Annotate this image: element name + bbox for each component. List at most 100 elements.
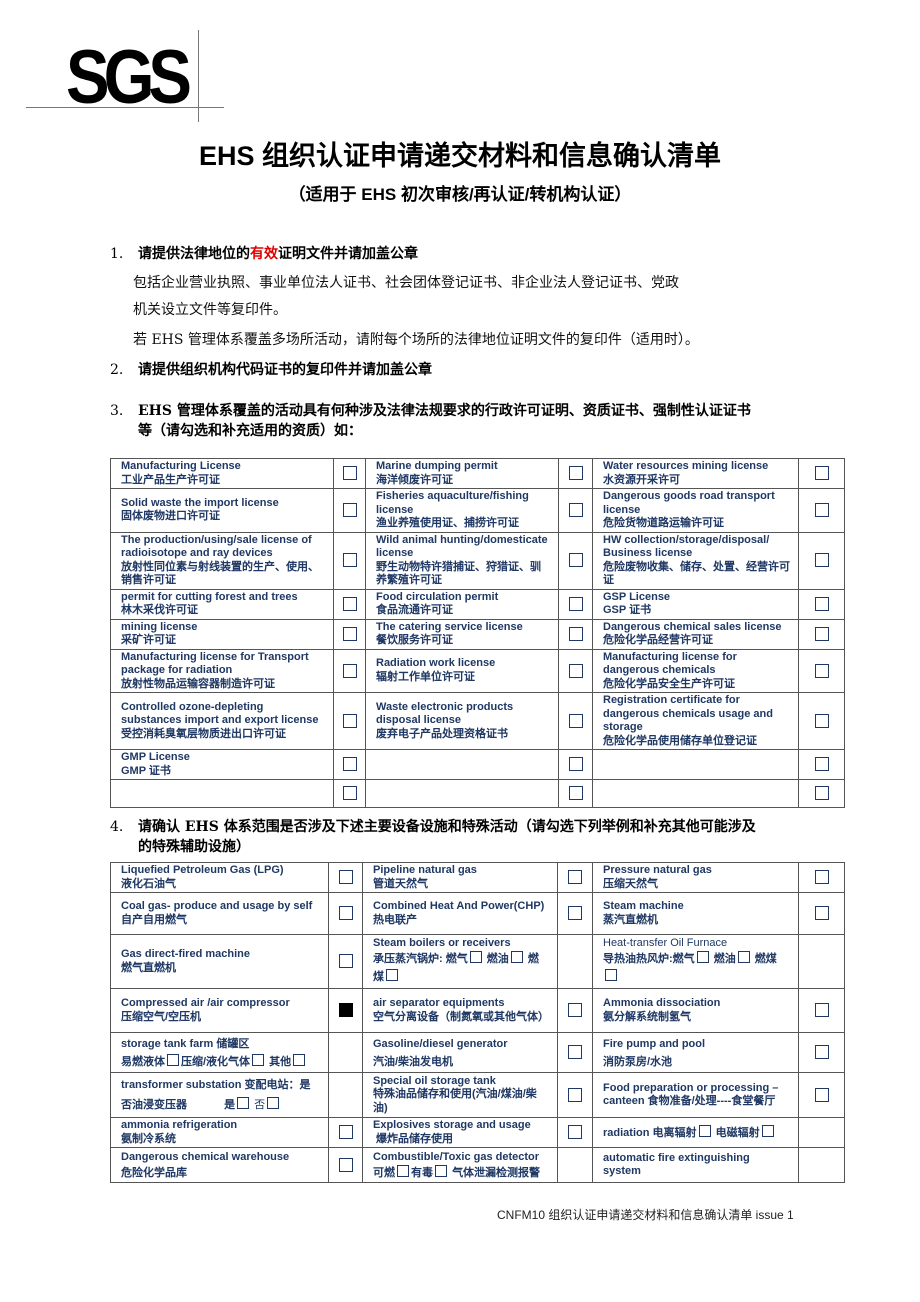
- checkbox[interactable]: [342, 503, 357, 518]
- facility-en: Steam machine: [603, 900, 684, 912]
- section-2-heading: 2. 请提供组织机构代码证书的复印件并请加盖公章: [110, 360, 432, 380]
- checkbox-yes[interactable]: [237, 1097, 250, 1109]
- section-1-title: 请提供法律地位的有效证明文件并请加盖公章: [138, 246, 418, 262]
- checkbox[interactable]: [814, 713, 829, 728]
- checkbox[interactable]: [814, 870, 829, 885]
- checkbox[interactable]: [568, 906, 582, 921]
- checkbox[interactable]: [342, 663, 357, 678]
- license-cn: 食品流通许可证: [376, 604, 453, 616]
- checkbox[interactable]: [814, 1045, 829, 1060]
- checkbox[interactable]: [814, 503, 829, 518]
- checkbox[interactable]: [814, 757, 829, 772]
- checkbox[interactable]: [568, 663, 583, 678]
- checkbox[interactable]: [568, 503, 583, 518]
- license-checkbox-cell: [333, 531, 366, 590]
- checkbox[interactable]: [605, 969, 617, 981]
- checkbox[interactable]: [338, 870, 353, 885]
- checkbox[interactable]: [568, 553, 583, 568]
- checkbox[interactable]: [568, 626, 583, 641]
- license-cn: 海洋倾废许可证: [376, 473, 453, 486]
- checkbox[interactable]: [469, 951, 482, 963]
- checkbox[interactable]: [814, 1003, 829, 1018]
- checkbox[interactable]: [338, 906, 353, 921]
- checkbox[interactable]: [814, 1087, 829, 1102]
- facility-checkbox-cell: [557, 892, 593, 935]
- checkbox[interactable]: [568, 1087, 582, 1102]
- license-cell: [592, 749, 799, 780]
- checkbox[interactable]: [510, 951, 523, 963]
- checkbox[interactable]: [435, 1165, 447, 1177]
- checkbox[interactable]: [737, 951, 750, 963]
- facility-en: ammonia refrigeration: [121, 1119, 238, 1131]
- facility-cn: 氨分解系统制氢气: [603, 1010, 691, 1023]
- checkbox[interactable]: [814, 553, 829, 568]
- checkbox[interactable]: [568, 870, 582, 885]
- license-cn: 固体废物进口许可证: [121, 510, 220, 523]
- section-4-heading: 4. 请确认 EHS 体系范围是否涉及下述主要设备设施和特殊活动（请勾选下列举例和…: [110, 817, 756, 857]
- facility-cell: Ammonia dissociation 氨分解系统制氢气: [592, 988, 799, 1033]
- checkbox[interactable]: [568, 596, 583, 611]
- facility-checkbox-cell-empty: [798, 1147, 845, 1183]
- license-en: GSP License: [603, 590, 671, 603]
- checkbox[interactable]: [342, 786, 357, 801]
- facility-cell: Special oil storage tank 特殊油品储存和使用(汽油/煤油/…: [362, 1072, 558, 1118]
- checkbox[interactable]: [338, 954, 353, 969]
- checkbox-no[interactable]: [267, 1097, 280, 1109]
- checkbox[interactable]: [568, 1125, 582, 1140]
- checkbox[interactable]: [386, 969, 398, 981]
- table-row: Gas direct-fired machine 燃气直燃机 Steam boil…: [110, 934, 845, 989]
- checkbox[interactable]: [568, 1045, 582, 1060]
- checkbox[interactable]: [761, 1124, 774, 1137]
- checkbox[interactable]: [342, 757, 357, 772]
- license-cell: Wild animal hunting/domesticate license 野…: [365, 531, 559, 590]
- checkbox-checked[interactable]: [338, 1003, 353, 1018]
- checkbox[interactable]: [814, 786, 829, 801]
- license-cell: Fisheries aquaculture/fishing license 渔业养…: [365, 488, 559, 533]
- facility-checkbox-cell-empty: [798, 1117, 845, 1148]
- license-cn: 水资源开采许可: [603, 473, 680, 486]
- checkbox[interactable]: [698, 1124, 711, 1137]
- checkbox[interactable]: [338, 1125, 353, 1140]
- checkbox[interactable]: [568, 786, 583, 801]
- checkbox[interactable]: [252, 1053, 265, 1066]
- checkbox[interactable]: [568, 757, 583, 772]
- checkbox[interactable]: [342, 466, 357, 481]
- license-en: Waste electronic products disposal licen…: [376, 700, 514, 727]
- facility-cn: 空气分离设备（制氮氧或其他气体）: [373, 1010, 549, 1023]
- facility-en: Gasoline/diesel generator: [373, 1037, 508, 1050]
- facility-cell: Explosives storage and usage 爆炸品储存使用: [362, 1117, 558, 1148]
- license-en: HW collection/storage/disposal/ Business…: [603, 533, 770, 560]
- checkbox[interactable]: [814, 906, 829, 921]
- checkbox[interactable]: [568, 1003, 582, 1018]
- option-label: 燃油: [486, 953, 509, 965]
- checkbox[interactable]: [338, 1157, 353, 1172]
- checkbox[interactable]: [167, 1053, 179, 1066]
- checkbox[interactable]: [814, 596, 829, 611]
- facility-options: 易燃液体 压缩/液化气体 其他: [121, 1053, 320, 1071]
- checkbox[interactable]: [293, 1053, 306, 1066]
- license-cn: 危险化学品经营许可证: [603, 634, 713, 646]
- facility-cell: Food preparation or processing – canteen…: [592, 1072, 799, 1118]
- license-checkbox-cell: [798, 618, 845, 650]
- checkbox[interactable]: [696, 951, 709, 963]
- license-en: Manufacturing license for dangerous chem…: [603, 650, 737, 677]
- checkbox[interactable]: [814, 466, 829, 481]
- checkbox[interactable]: [397, 1165, 409, 1177]
- facility-checkbox-cell: [557, 862, 593, 893]
- facility-cell: Gas direct-fired machine 燃气直燃机: [110, 934, 329, 989]
- checkbox[interactable]: [342, 626, 357, 641]
- checkbox[interactable]: [568, 713, 583, 728]
- license-checkbox-cell: [333, 458, 366, 489]
- license-cell: [365, 779, 559, 808]
- section-number: 4.: [110, 819, 124, 835]
- checkbox[interactable]: [342, 553, 357, 568]
- checkbox[interactable]: [568, 466, 583, 481]
- checkbox[interactable]: [814, 626, 829, 641]
- license-checkbox-cell: [798, 488, 845, 533]
- checkbox[interactable]: [342, 713, 357, 728]
- checkbox[interactable]: [814, 663, 829, 678]
- checkbox[interactable]: [342, 596, 357, 611]
- facility-checkbox-cell: [328, 892, 363, 935]
- license-cn: 废弃电子产品处理资格证书: [376, 727, 508, 740]
- facility-cn: 热电联产: [373, 913, 417, 926]
